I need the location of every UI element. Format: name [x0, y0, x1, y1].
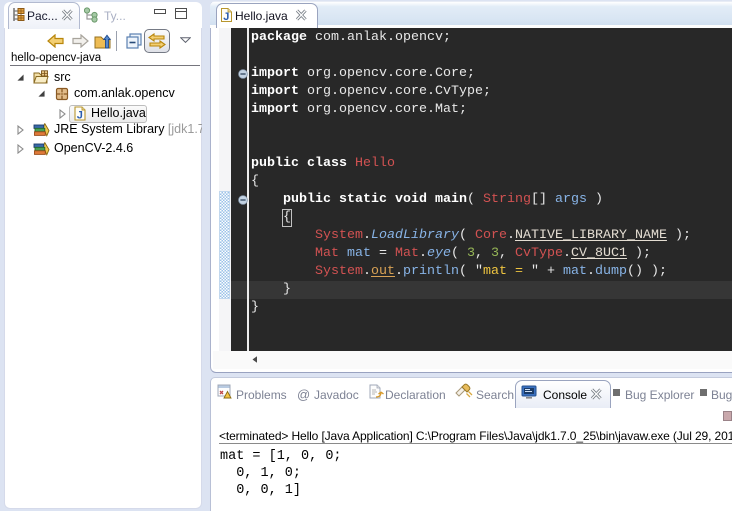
svg-text:J: J — [77, 110, 83, 122]
svg-text:J: J — [223, 11, 229, 22]
